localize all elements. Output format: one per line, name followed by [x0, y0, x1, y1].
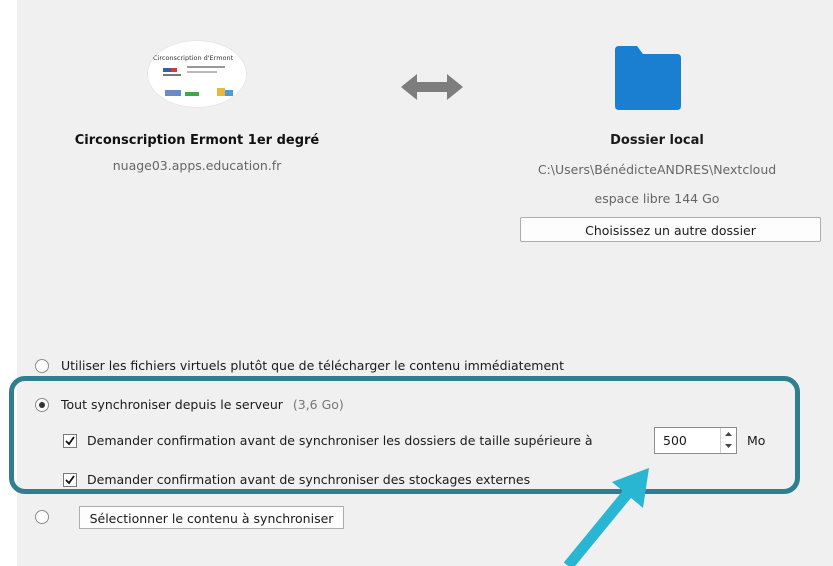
- logo-mark: [187, 71, 217, 73]
- folder-icon: [615, 46, 681, 110]
- logo-mark: [185, 92, 199, 96]
- logo-mark: [187, 66, 225, 68]
- virtual-files-radio[interactable]: [35, 359, 49, 373]
- local-folder-path: C:\Users\BénédicteANDRES\Nextcloud: [537, 162, 777, 177]
- select-content-radio[interactable]: [35, 510, 49, 524]
- virtual-files-label: Utiliser les fichiers virtuels plutôt qu…: [61, 358, 564, 373]
- select-content-button[interactable]: Sélectionner le contenu à synchroniser: [79, 506, 344, 529]
- local-folder-title: Dossier local: [610, 133, 704, 148]
- logo-mark: [165, 90, 181, 96]
- sync-double-arrow-icon: [401, 74, 463, 100]
- server-url: nuage03.apps.education.fr: [112, 158, 282, 173]
- logo-text: Circonscription d'Ermont: [153, 54, 234, 62]
- choose-folder-button[interactable]: Choisissez un autre dossier: [520, 217, 821, 242]
- server-name: Circonscription Ermont 1er degré: [74, 133, 320, 148]
- server-logo: Circonscription d'Ermont: [147, 40, 247, 108]
- logo-mark: [225, 90, 233, 96]
- logo-mark: [171, 68, 177, 72]
- highlight-annotation-box: [9, 376, 800, 494]
- annotation-arrow-icon: [563, 468, 649, 566]
- free-space-label: espace libre 144 Go: [594, 191, 720, 206]
- logo-mark: [217, 88, 225, 96]
- logo-mark: [163, 68, 171, 72]
- logo-mark: [163, 74, 181, 76]
